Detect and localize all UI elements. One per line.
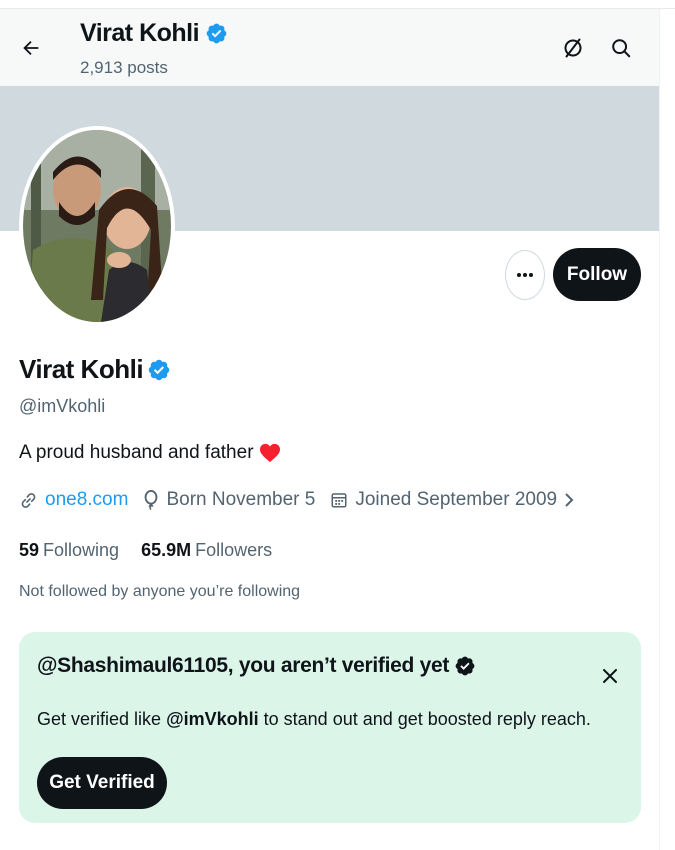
close-icon xyxy=(603,669,617,683)
verify-card: @Shashimaul61105, you aren’t verified ye… xyxy=(19,632,641,823)
followers-count: 65.9M xyxy=(141,540,192,560)
joined-text: Joined September 2009 xyxy=(355,489,558,510)
profile-header: Virat Kohli 2,913 posts xyxy=(0,9,659,87)
verify-text-prefix: Get verified like xyxy=(37,709,167,729)
profile-handle: @imVkohli xyxy=(19,396,106,416)
header-title: Virat Kohli xyxy=(80,19,228,48)
verified-badge-icon xyxy=(206,23,227,44)
profile-column: Virat Kohli 2,913 posts Follow Virat Koh… xyxy=(0,9,660,850)
follow-stats: 59 Following 65.9M Followers xyxy=(19,540,272,561)
calendar-icon xyxy=(331,493,347,508)
followers-link[interactable]: 65.9M Followers xyxy=(141,540,272,561)
arrow-left-icon xyxy=(23,40,39,56)
search-button[interactable] xyxy=(606,33,636,63)
header-name: Virat Kohli xyxy=(80,19,200,47)
bio-text: A proud husband and father xyxy=(19,442,254,463)
website-link[interactable]: one8.com xyxy=(45,489,128,511)
close-button[interactable] xyxy=(598,664,622,688)
verify-text-suffix: to stand out and get boosted reply reach… xyxy=(258,709,591,729)
balloon-icon xyxy=(145,490,158,510)
following-count: 59 xyxy=(19,540,40,560)
verify-card-title-text: @Shashimaul61105, you aren’t verified ye… xyxy=(37,654,450,677)
verified-badge-icon xyxy=(455,656,475,676)
website-item[interactable]: one8.com xyxy=(19,489,128,511)
profile-meta: one8.com Born November 5 Joined Septembe… xyxy=(19,489,589,511)
joined-item[interactable]: Joined September 2009 xyxy=(330,489,574,511)
following-link[interactable]: 59 Following xyxy=(19,540,119,561)
verified-badge-icon[interactable] xyxy=(147,358,171,382)
profile-bio: A proud husband and father xyxy=(19,442,281,464)
more-options-button[interactable] xyxy=(505,250,545,300)
grok-button[interactable] xyxy=(558,33,588,63)
profile-name: Virat Kohli xyxy=(19,354,144,384)
link-icon xyxy=(21,492,36,508)
ellipsis-icon xyxy=(517,273,533,277)
get-verified-button[interactable]: Get Verified xyxy=(37,757,167,809)
birthday-text: Born November 5 xyxy=(166,489,316,510)
search-icon xyxy=(612,39,631,58)
chevron-right-icon xyxy=(565,493,574,507)
red-heart-icon xyxy=(259,443,280,463)
verify-text-handle: @imVkohli xyxy=(166,709,259,729)
avatar-illustration xyxy=(23,130,171,322)
birthday-item: Born November 5 xyxy=(143,489,315,511)
verify-card-text: Get verified like @imVkohli to stand out… xyxy=(37,709,591,730)
grok-slash-circle-icon xyxy=(564,38,582,58)
verify-card-title: @Shashimaul61105, you aren’t verified ye… xyxy=(37,654,476,678)
avatar-photo xyxy=(23,130,171,322)
follow-button[interactable]: Follow xyxy=(553,248,641,301)
avatar[interactable] xyxy=(19,126,175,326)
not-followed-text: Not followed by anyone you’re following xyxy=(19,583,301,600)
followers-label: Followers xyxy=(195,540,273,560)
header-post-count: 2,913 posts xyxy=(80,58,168,77)
following-label: Following xyxy=(43,540,120,560)
back-button[interactable] xyxy=(14,31,48,65)
profile-name-row: Virat Kohli xyxy=(19,354,171,385)
